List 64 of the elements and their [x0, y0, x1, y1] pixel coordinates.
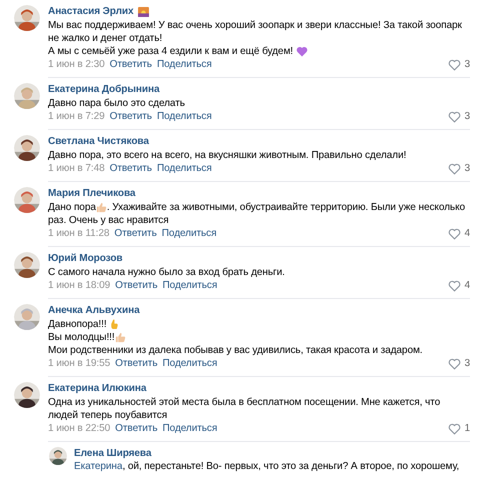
comment-text: Давно пара было это сделать — [48, 97, 185, 110]
comment-text: Давно пора, это всего на всего, на вкусняшки животным. Правильно сделали! — [48, 149, 406, 162]
share-link[interactable]: Поделиться — [156, 58, 212, 71]
like-count: 3 — [464, 110, 470, 123]
mention-link[interactable]: Екатерина — [74, 461, 122, 472]
comment-date: 1 июн в 11:28 — [48, 227, 110, 240]
comment-text: . Ухаживайте за животными, обустраивайте территорию. Были уже несколько — [106, 201, 466, 214]
share-link[interactable]: Поделиться — [156, 110, 212, 123]
like-count: 1 — [464, 422, 470, 435]
like-count: 3 — [464, 162, 470, 175]
comment-date: 1 июн в 18:09 — [48, 279, 110, 292]
heart-icon — [296, 46, 308, 57]
like-icon[interactable] — [448, 110, 462, 122]
reply-link[interactable]: Ответить — [110, 58, 152, 71]
author-name[interactable]: Светлана Чистякова — [48, 135, 149, 148]
comment-text: раз. Очень у вас нравится — [48, 214, 169, 227]
thumbs-up-icon — [96, 202, 107, 213]
share-link[interactable]: Поделиться — [162, 357, 218, 370]
author-name[interactable]: Мария Плечикова — [48, 187, 136, 200]
sunset-icon — [138, 6, 149, 16]
comment-date: 1 июн в 19:55 — [48, 357, 110, 370]
author-name[interactable]: Елена Ширяева — [74, 447, 460, 460]
comment-text: А мы с семьёй уже раза 4 ездили к вам и ещё будем! — [48, 45, 294, 58]
hand-icon — [109, 319, 120, 330]
comment-text: людей теперь поубавится — [48, 409, 168, 422]
author-name[interactable]: Анастасия Эрлих — [48, 5, 134, 18]
share-link[interactable]: Поделиться — [156, 162, 212, 175]
author-name[interactable]: Анечка Альвухина — [48, 304, 140, 317]
like-count: 4 — [464, 227, 470, 240]
comment-text: Екатерина, ой, перестаньте! Во- первых, что это за деньги? А второе, по хорошему, — [74, 460, 460, 473]
comment-date: 1 июн в 22:50 — [48, 422, 110, 435]
like-icon[interactable] — [448, 280, 462, 292]
comment-text: Мои родственники из далека побывав у вас удивились, такая красота и задаром. — [48, 344, 423, 357]
comment-date: 1 июн в 7:29 — [48, 110, 105, 123]
reply-link[interactable]: Ответить — [115, 279, 158, 292]
share-link[interactable]: Поделиться — [162, 227, 216, 240]
like-icon[interactable] — [448, 162, 462, 174]
comment-text: Одна из уникальностей этой места была в бесплатном посещении. Мне кажется, что — [48, 396, 440, 409]
share-link[interactable]: Поделиться — [162, 279, 218, 292]
author-name[interactable]: Екатерина Добрынина — [48, 83, 160, 96]
like-count: 4 — [464, 279, 470, 292]
reply-link[interactable]: Ответить — [110, 162, 152, 175]
comment-text: Дано пора — [48, 201, 96, 214]
share-link[interactable]: Поделиться — [162, 422, 218, 435]
like-icon[interactable] — [448, 228, 462, 240]
reply-link[interactable]: Ответить — [115, 422, 158, 435]
like-icon[interactable] — [448, 58, 462, 70]
comment-text: Мы вас поддерживаем! У вас очень хороший зоопарк и звери классные! За такой зоопарк — [48, 19, 462, 32]
author-name[interactable]: Юрий Морозов — [48, 252, 122, 265]
like-icon[interactable] — [448, 422, 462, 434]
thumbs-up-icon — [114, 332, 126, 343]
like-count: 3 — [464, 58, 470, 71]
like-count: 3 — [464, 357, 470, 370]
author-name[interactable]: Екатерина Илюкина — [48, 382, 146, 395]
reply-link[interactable]: Ответить — [115, 357, 158, 370]
reply-link[interactable]: Ответить — [114, 227, 157, 240]
comment-date: 1 июн в 7:48 — [48, 162, 105, 175]
comment-text: Вы молодцы!!! — [48, 331, 115, 344]
like-icon[interactable] — [448, 358, 462, 370]
comment-text: не жалко и денег отдать! — [48, 32, 162, 45]
reply-link[interactable]: Ответить — [110, 110, 152, 123]
comment-text: Давнопора!!! — [48, 318, 108, 331]
comment-text: С самого начала нужно было за вход брать деньги. — [48, 266, 285, 279]
comment-date: 1 июн в 2:30 — [48, 58, 105, 71]
